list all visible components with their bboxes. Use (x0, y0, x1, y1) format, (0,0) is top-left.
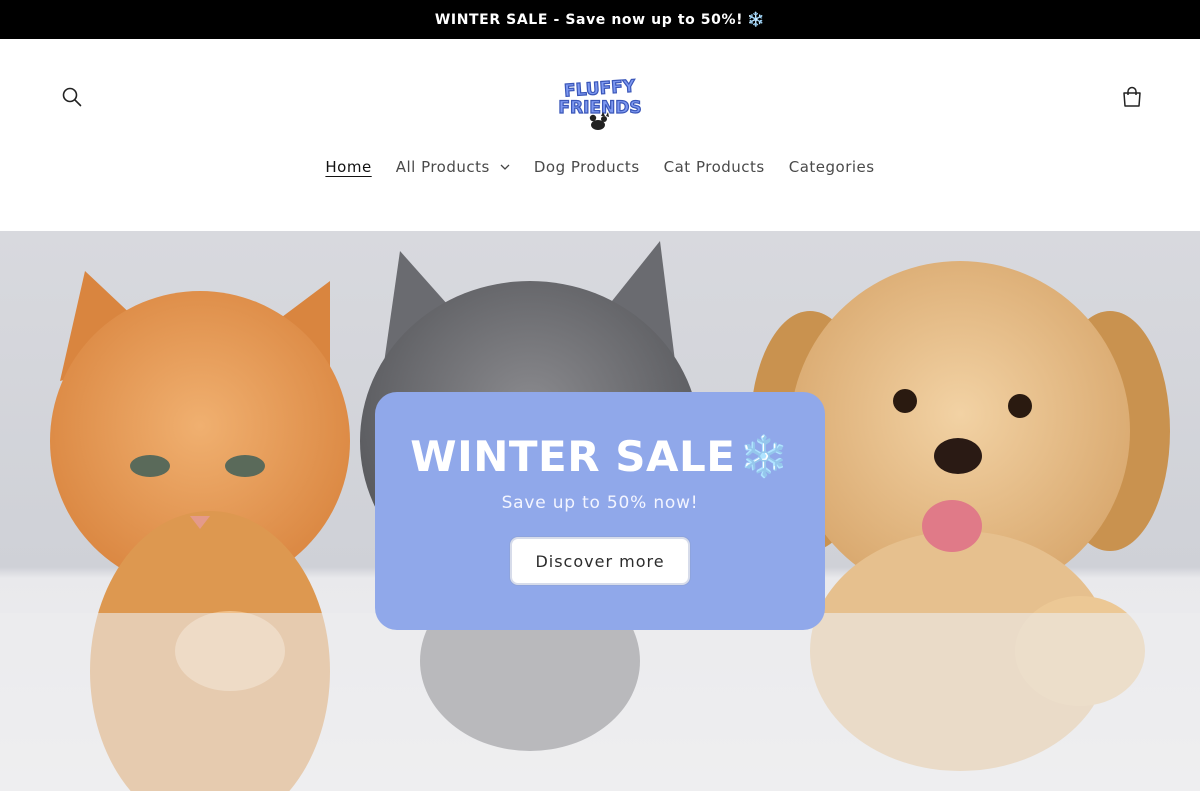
snowflake-icon: ❄️ (747, 11, 766, 28)
nav-label: Dog Products (533, 158, 640, 176)
nav-item-cat-products[interactable]: Cat Products (652, 158, 777, 176)
cart-button[interactable] (1110, 75, 1154, 119)
site-header: FLUFFY FRIENDS Home All Products Dog Pro… (0, 39, 1200, 231)
nav-item-categories[interactable]: Categories (777, 158, 887, 176)
search-icon (62, 87, 82, 107)
promo-title-text: WINTER SALE (410, 432, 736, 481)
snowflake-icon: ❄️ (739, 434, 790, 480)
nav-label: Categories (788, 158, 875, 176)
nav-item-home[interactable]: Home (313, 158, 383, 176)
chevron-down-icon (500, 164, 510, 170)
announcement-text: WINTER SALE - Save now up to 50%! (434, 11, 744, 28)
cart-icon (1123, 86, 1141, 107)
promo-subtitle: Save up to 50% now! (501, 493, 699, 513)
page-bottom-strip (0, 791, 1200, 800)
nav-label: All Products (395, 158, 490, 176)
promo-title: WINTER SALE ❄️ (410, 432, 789, 481)
main-nav: Home All Products Dog Products Cat Produ… (0, 147, 1200, 187)
nav-item-dog-products[interactable]: Dog Products (522, 158, 652, 176)
logo-text-bottom: FRIENDS (558, 98, 641, 118)
promo-card: WINTER SALE ❄️ Save up to 50% now! Disco… (375, 392, 825, 630)
hero-banner: WINTER SALE ❄️ Save up to 50% now! Disco… (0, 231, 1200, 791)
announcement-bar: WINTER SALE - Save now up to 50%! ❄️ (0, 0, 1200, 39)
site-logo[interactable]: FLUFFY FRIENDS (546, 72, 654, 132)
search-button[interactable] (50, 75, 94, 119)
nav-item-all-products[interactable]: All Products (384, 158, 522, 176)
nav-label: Home (325, 158, 372, 176)
nav-label: Cat Products (663, 158, 765, 176)
discover-more-button[interactable]: Discover more (510, 537, 690, 585)
